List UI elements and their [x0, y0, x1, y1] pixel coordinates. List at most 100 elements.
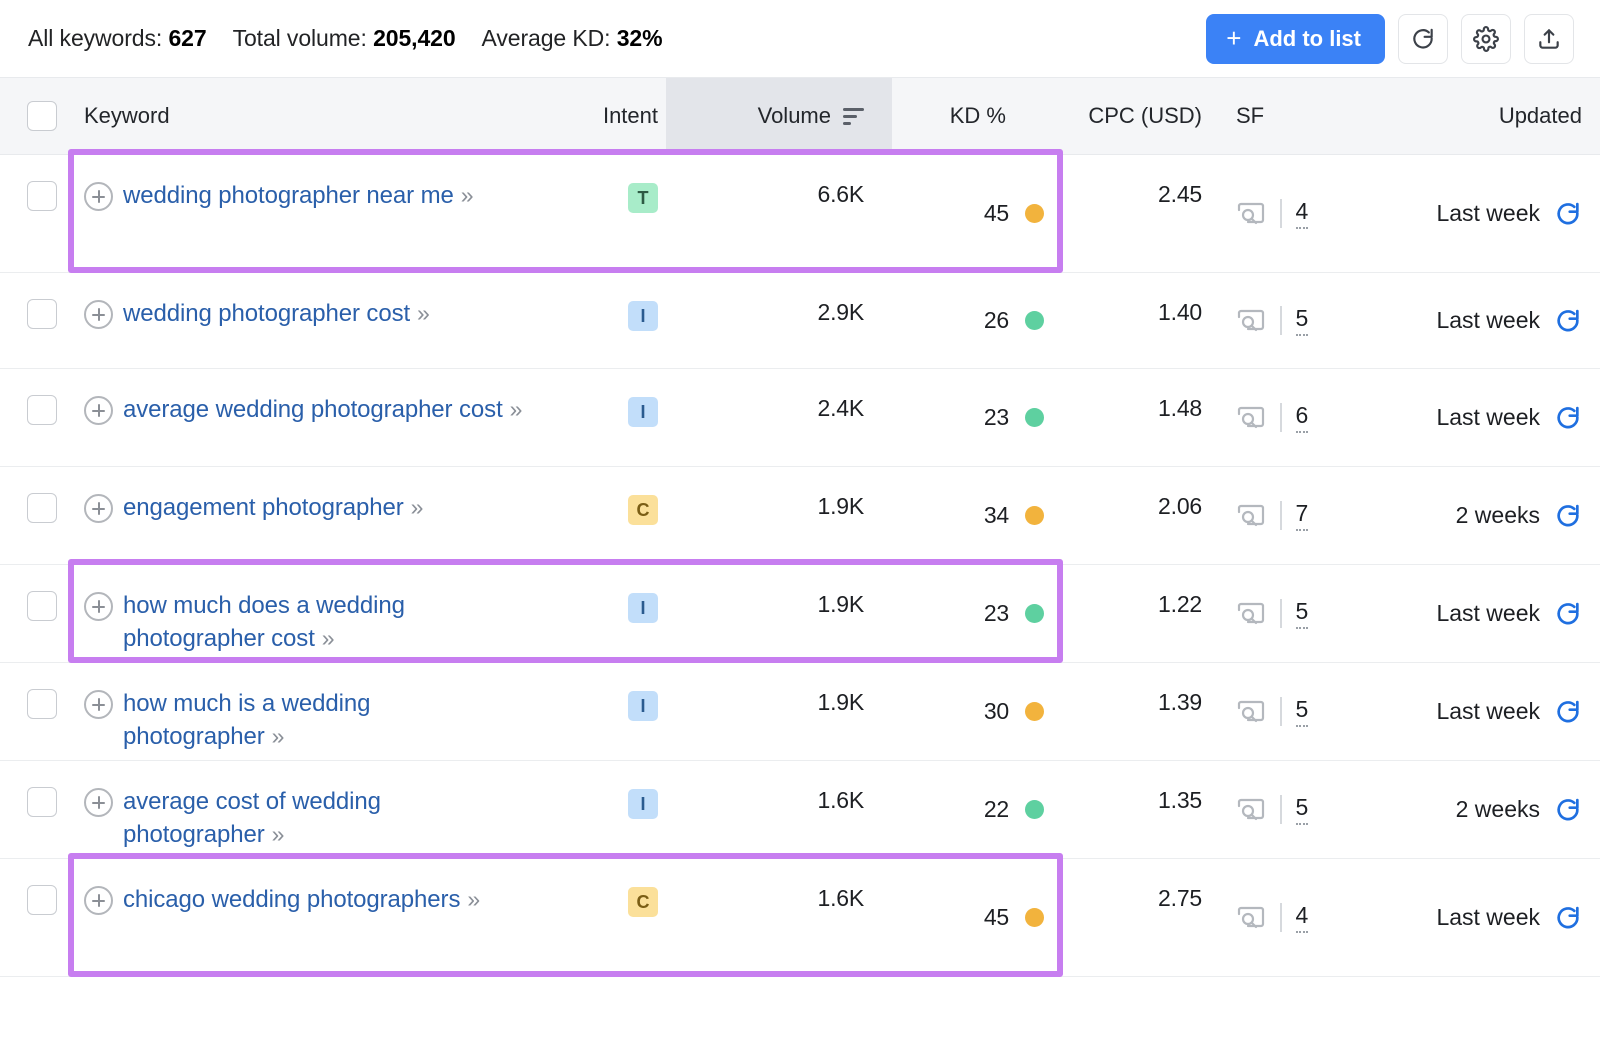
keyword-link[interactable]: wedding photographer near me » — [123, 179, 474, 212]
row-refresh-icon[interactable] — [1554, 796, 1582, 824]
sf-divider — [1280, 903, 1282, 932]
add-keyword-icon[interactable] — [84, 494, 113, 523]
row-refresh-icon[interactable] — [1554, 600, 1582, 628]
serp-preview-icon[interactable] — [1236, 308, 1266, 334]
intent-badge[interactable]: I — [628, 397, 658, 427]
add-keyword-icon[interactable] — [84, 592, 113, 621]
header-keyword[interactable]: Keyword — [84, 78, 574, 154]
sf-value[interactable]: 7 — [1295, 500, 1309, 531]
table-row[interactable]: engagement photographer » C 1.9K 34 2.06 7 2 we… — [0, 467, 1600, 565]
row-checkbox[interactable] — [27, 299, 57, 329]
cpc-cell: 1.35 — [1058, 761, 1210, 858]
header-updated[interactable]: Updated — [1370, 78, 1600, 154]
intent-badge[interactable]: I — [628, 789, 658, 819]
serp-preview-icon[interactable] — [1236, 503, 1266, 529]
keyword-text: chicago wedding photographers — [123, 886, 461, 913]
intent-badge[interactable]: I — [628, 301, 658, 331]
keyword-expand-chevron-icon[interactable]: » — [510, 396, 523, 422]
keyword-link[interactable]: engagement photographer » — [123, 491, 424, 524]
keyword-expand-chevron-icon[interactable]: » — [411, 494, 424, 520]
keyword-link[interactable]: average cost of wedding photographer» — [123, 785, 523, 851]
header-cpc[interactable]: CPC (USD) — [1058, 78, 1210, 154]
intent-cell: I — [574, 273, 666, 368]
row-checkbox[interactable] — [27, 591, 57, 621]
add-keyword-icon[interactable] — [84, 182, 113, 211]
table-row[interactable]: average wedding photographer cost » I 2.4K 2… — [0, 369, 1600, 467]
intent-badge[interactable]: C — [628, 887, 658, 917]
intent-badge[interactable]: C — [628, 495, 658, 525]
cpc-value: 1.40 — [1158, 299, 1202, 325]
add-keyword-icon[interactable] — [84, 690, 113, 719]
row-refresh-icon[interactable] — [1554, 502, 1582, 530]
keyword-link[interactable]: how much does a wedding photographer cos… — [123, 589, 523, 655]
sf-divider — [1280, 501, 1282, 530]
row-refresh-icon[interactable] — [1554, 307, 1582, 335]
serp-preview-icon[interactable] — [1236, 601, 1266, 627]
sf-value[interactable]: 4 — [1295, 902, 1309, 933]
kd-value: 30 — [983, 698, 1009, 724]
sf-value[interactable]: 5 — [1295, 598, 1309, 629]
intent-badge[interactable]: T — [628, 183, 658, 213]
cpc-value: 2.06 — [1158, 493, 1202, 519]
keyword-link[interactable]: chicago wedding photographers» — [123, 883, 480, 916]
settings-button[interactable] — [1461, 13, 1511, 64]
row-refresh-icon[interactable] — [1554, 904, 1582, 932]
header-intent[interactable]: Intent — [574, 78, 666, 154]
row-checkbox[interactable] — [27, 787, 57, 817]
keyword-expand-chevron-icon[interactable]: » — [272, 723, 285, 749]
add-keyword-icon[interactable] — [84, 396, 113, 425]
cpc-cell: 2.06 — [1058, 467, 1210, 564]
row-checkbox[interactable] — [27, 181, 57, 211]
serp-preview-icon[interactable] — [1236, 201, 1266, 227]
sf-value[interactable]: 5 — [1295, 794, 1309, 825]
table-row[interactable]: how much does a wedding photographer cos… — [0, 565, 1600, 663]
row-checkbox[interactable] — [27, 395, 57, 425]
serp-preview-icon[interactable] — [1236, 699, 1266, 725]
row-refresh-icon[interactable] — [1554, 200, 1582, 228]
intent-badge[interactable]: I — [628, 691, 658, 721]
add-keyword-icon[interactable] — [84, 788, 113, 817]
keyword-expand-chevron-icon[interactable]: » — [461, 182, 474, 208]
serp-preview-icon[interactable] — [1236, 797, 1266, 823]
row-checkbox[interactable] — [27, 885, 57, 915]
header-sf[interactable]: SF — [1210, 78, 1370, 154]
keyword-expand-chevron-icon[interactable]: » — [272, 821, 285, 847]
keyword-link[interactable]: how much is a wedding photographer» — [123, 687, 523, 753]
keyword-expand-chevron-icon[interactable]: » — [322, 625, 335, 651]
serp-preview-icon[interactable] — [1236, 905, 1266, 931]
row-checkbox[interactable] — [27, 493, 57, 523]
row-refresh-icon[interactable] — [1554, 698, 1582, 726]
keyword-text: how much is a wedding photographer — [123, 690, 371, 750]
table-row[interactable]: chicago wedding photographers» C 1.6K 45 2.7… — [0, 859, 1600, 977]
all-keywords-value: 627 — [168, 25, 207, 51]
add-to-list-button[interactable]: + Add to list — [1206, 13, 1385, 64]
toolbar: + Add to list — [1206, 13, 1574, 64]
keyword-link[interactable]: wedding photographer cost» — [123, 297, 430, 330]
header-volume[interactable]: Volume — [666, 78, 892, 154]
row-refresh-icon[interactable] — [1554, 404, 1582, 432]
row-checkbox[interactable] — [27, 689, 57, 719]
table-row[interactable]: wedding photographer cost» I 2.9K 26 1.40 5 La… — [0, 273, 1600, 369]
refresh-button[interactable] — [1398, 13, 1448, 64]
updated-value: 2 weeks — [1455, 796, 1540, 822]
select-all-checkbox[interactable] — [27, 101, 57, 131]
keyword-expand-chevron-icon[interactable]: » — [467, 886, 480, 912]
cpc-cell: 1.48 — [1058, 369, 1210, 466]
export-button[interactable] — [1524, 13, 1574, 64]
table-row[interactable]: how much is a wedding photographer» I 1.9K… — [0, 663, 1600, 761]
header-kd[interactable]: KD % — [892, 78, 1058, 154]
sf-value[interactable]: 5 — [1295, 696, 1309, 727]
sf-value[interactable]: 4 — [1295, 198, 1309, 229]
serp-preview-icon[interactable] — [1236, 405, 1266, 431]
add-keyword-icon[interactable] — [84, 886, 113, 915]
keyword-expand-chevron-icon[interactable]: » — [417, 300, 430, 326]
sf-cell: 5 — [1210, 663, 1370, 760]
table-row[interactable]: wedding photographer near me » T 6.6K 45 2.45… — [0, 155, 1600, 273]
sf-value[interactable]: 6 — [1295, 402, 1309, 433]
intent-badge[interactable]: I — [628, 593, 658, 623]
volume-cell: 1.6K — [666, 859, 892, 976]
table-row[interactable]: average cost of wedding photographer» I 1.… — [0, 761, 1600, 859]
add-keyword-icon[interactable] — [84, 300, 113, 329]
keyword-link[interactable]: average wedding photographer cost » — [123, 393, 523, 426]
sf-value[interactable]: 5 — [1295, 305, 1309, 336]
